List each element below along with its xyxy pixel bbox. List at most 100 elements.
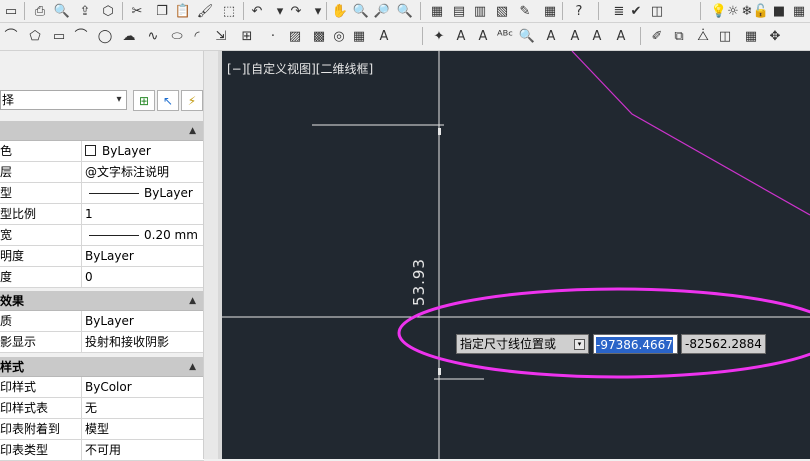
property-value[interactable]: 投射和接收阴影	[85, 332, 169, 352]
arc2-button[interactable]: ⌒	[72, 27, 90, 45]
markup-button[interactable]: ✎	[516, 2, 534, 20]
offset-button[interactable]: ◫	[716, 27, 734, 45]
palette-scrollbar[interactable]	[203, 51, 218, 459]
copy-obj-button[interactable]: ⧉	[670, 27, 688, 45]
add-selected-button[interactable]: ✦	[430, 27, 448, 45]
undo-button[interactable]: ↶	[248, 2, 266, 20]
toggle-pickadd-button[interactable]: ⊞	[133, 90, 155, 111]
table-button[interactable]: ▦	[350, 27, 368, 45]
property-value[interactable]: 0.20 mm	[85, 225, 198, 245]
property-row[interactable]: 印表附着到 模型	[0, 419, 204, 440]
zoom-window-button[interactable]: 🔎	[373, 2, 391, 20]
block-editor-button[interactable]: ⬚	[220, 2, 238, 20]
select-objects-button[interactable]: ↖	[157, 90, 179, 111]
dynamic-input-x-field[interactable]: -97386.4667	[593, 334, 678, 354]
hatch-button[interactable]: ▨	[286, 27, 304, 45]
collapse-icon[interactable]: ▲	[189, 121, 196, 141]
zoom-previous-button[interactable]: 🔍	[396, 2, 414, 20]
cut-button[interactable]: ✂	[128, 2, 146, 20]
options-dropdown-icon[interactable]: ▾	[574, 339, 585, 350]
match-prop-button[interactable]: 🖌	[196, 2, 214, 20]
property-row[interactable]: 印表类型 不可用	[0, 440, 204, 461]
make-current-button[interactable]: ✔	[627, 2, 645, 20]
property-row[interactable]: 明度 ByLayer	[0, 246, 204, 267]
property-row[interactable]: 型比例 1	[0, 204, 204, 225]
print-button[interactable]: ⎙	[31, 2, 49, 20]
ellipse-button[interactable]: ⬭	[168, 27, 186, 45]
mirror-text-button[interactable]: A	[612, 27, 630, 45]
zoom-realtime-button[interactable]: 🔍	[352, 2, 370, 20]
property-value[interactable]: 无	[85, 398, 97, 418]
3d-print-button[interactable]: ⬡	[99, 2, 117, 20]
property-value[interactable]: ByLayer	[85, 311, 134, 331]
pan-button[interactable]: ✋	[331, 2, 349, 20]
property-row[interactable]: 层 @文字标注说明	[0, 162, 204, 183]
design-center-button[interactable]: ▤	[450, 2, 468, 20]
selection-combo[interactable]: 择 ▾	[0, 90, 127, 110]
property-row[interactable]: 型 ByLayer	[0, 183, 204, 204]
redo-dropdown-button[interactable]: ▾	[309, 2, 327, 20]
point-button[interactable]: ·	[264, 27, 282, 45]
property-value[interactable]: @文字标注说明	[85, 162, 169, 182]
sheet-set-button[interactable]: ▧	[493, 2, 511, 20]
text-button[interactable]: A	[452, 27, 470, 45]
property-value[interactable]: ByLayer	[85, 246, 134, 266]
property-value[interactable]: 不可用	[85, 440, 121, 460]
property-row[interactable]: 影显示 投射和接收阴影	[0, 332, 204, 353]
revcloud-button[interactable]: ☁	[120, 27, 138, 45]
move-button[interactable]: ✥	[766, 27, 784, 45]
dynamic-input-y-field[interactable]: -82562.2884	[681, 334, 766, 354]
section-header[interactable]: 样式 ▲	[0, 357, 204, 377]
magenta-polyline[interactable]	[571, 51, 810, 216]
find-text-button[interactable]: 🔍	[518, 27, 536, 45]
section-header[interactable]: ▲	[0, 121, 204, 141]
rectangle-button[interactable]: ▭	[50, 27, 68, 45]
layer-combo-button[interactable]: ▦	[790, 2, 808, 20]
publish-button[interactable]: ⇪	[76, 2, 94, 20]
color-button[interactable]: ■	[770, 2, 788, 20]
dynamic-input-prompt[interactable]: 指定尺寸线位置或 ▾	[456, 334, 589, 354]
mirror-button[interactable]: ⧊	[694, 27, 712, 45]
drawing-viewport[interactable]: [−][自定义视图][二维线框] 53.93 指定尺寸线位置或 ▾ -97386…	[222, 51, 810, 459]
mtext-button[interactable]: A	[375, 27, 393, 45]
property-row[interactable]: 宽 0.20 mm	[0, 225, 204, 246]
properties-button[interactable]: ▦	[428, 2, 446, 20]
property-value[interactable]: ByLayer	[85, 183, 193, 203]
preview-button[interactable]: 🔍	[53, 2, 71, 20]
form-button[interactable]: ▭	[2, 2, 20, 20]
property-value[interactable]: 模型	[85, 419, 109, 439]
spell-check-button[interactable]: ᴬᴮᶜ	[496, 27, 514, 45]
copy-button[interactable]: ❐	[153, 2, 171, 20]
property-value[interactable]: ByColor	[85, 377, 132, 397]
arc-button[interactable]: ⌒	[2, 27, 20, 45]
polygon-button[interactable]: ⬠	[26, 27, 44, 45]
insert-block-button[interactable]: ⇲	[212, 27, 230, 45]
circle-button[interactable]: ◯	[96, 27, 114, 45]
spline-button[interactable]: ∿	[144, 27, 162, 45]
region-button[interactable]: ◎	[330, 27, 348, 45]
property-row[interactable]: 印样式表无	[0, 398, 204, 419]
property-row[interactable]: 印样式 ByColor	[0, 377, 204, 398]
property-row[interactable]: 色 ByLayer	[0, 141, 204, 162]
property-value[interactable]: 0	[85, 267, 93, 287]
quickcalc-button[interactable]: ▦	[541, 2, 559, 20]
edit-text-button[interactable]: A	[542, 27, 560, 45]
chevron-down-icon[interactable]: ▾	[112, 91, 126, 109]
viewport-controls-label[interactable]: [−][自定义视图][二维线框]	[227, 60, 373, 77]
array-button[interactable]: ▦	[742, 27, 760, 45]
collapse-icon[interactable]: ▲	[189, 357, 196, 377]
make-block-button[interactable]: ⊞	[238, 27, 256, 45]
section-header[interactable]: 效果 ▲	[0, 291, 204, 311]
text-style-button[interactable]: A	[474, 27, 492, 45]
help-button[interactable]: ?	[570, 2, 588, 20]
text-align-button[interactable]: A	[566, 27, 584, 45]
lock-button[interactable]: 🔓	[752, 2, 770, 20]
erase-button[interactable]: ✐	[648, 27, 666, 45]
layer-button[interactable]: ≣	[610, 2, 628, 20]
redo-button[interactable]: ↷	[287, 2, 305, 20]
layer-states-button[interactable]: ◫	[648, 2, 666, 20]
paste-button[interactable]: 📋	[174, 2, 192, 20]
text-scale-button[interactable]: A	[588, 27, 606, 45]
ellipse-arc-button[interactable]: ◜	[188, 27, 206, 45]
tool-palette-button[interactable]: ▥	[471, 2, 489, 20]
